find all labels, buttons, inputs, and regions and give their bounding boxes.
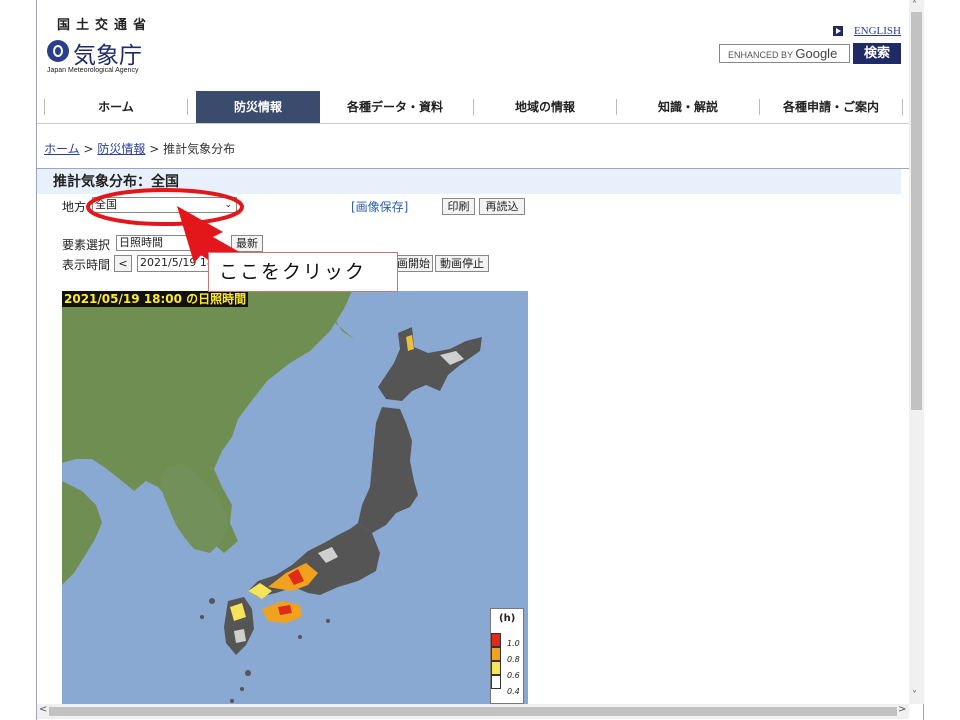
scroll-left-icon[interactable]: < (39, 704, 47, 715)
scroll-up-icon[interactable]: ˄ (912, 0, 917, 11)
annotation-overlay (86, 188, 250, 279)
scroll-right-icon[interactable]: > (898, 704, 906, 715)
scroll-down-icon[interactable]: ˅ (912, 690, 917, 701)
horizontal-scrollbar[interactable]: < > (37, 704, 909, 719)
click-here-callout: ここをクリック (208, 252, 398, 292)
vertical-scrollbar[interactable]: ˄ ˅ (909, 0, 924, 704)
page-content: 国土交通省 気象庁 Japan Meteorological Agency EN… (37, 0, 909, 704)
vertical-scroll-thumb[interactable] (911, 12, 922, 410)
horizontal-scroll-thumb[interactable] (49, 707, 897, 716)
highlight-ellipse (86, 188, 244, 226)
